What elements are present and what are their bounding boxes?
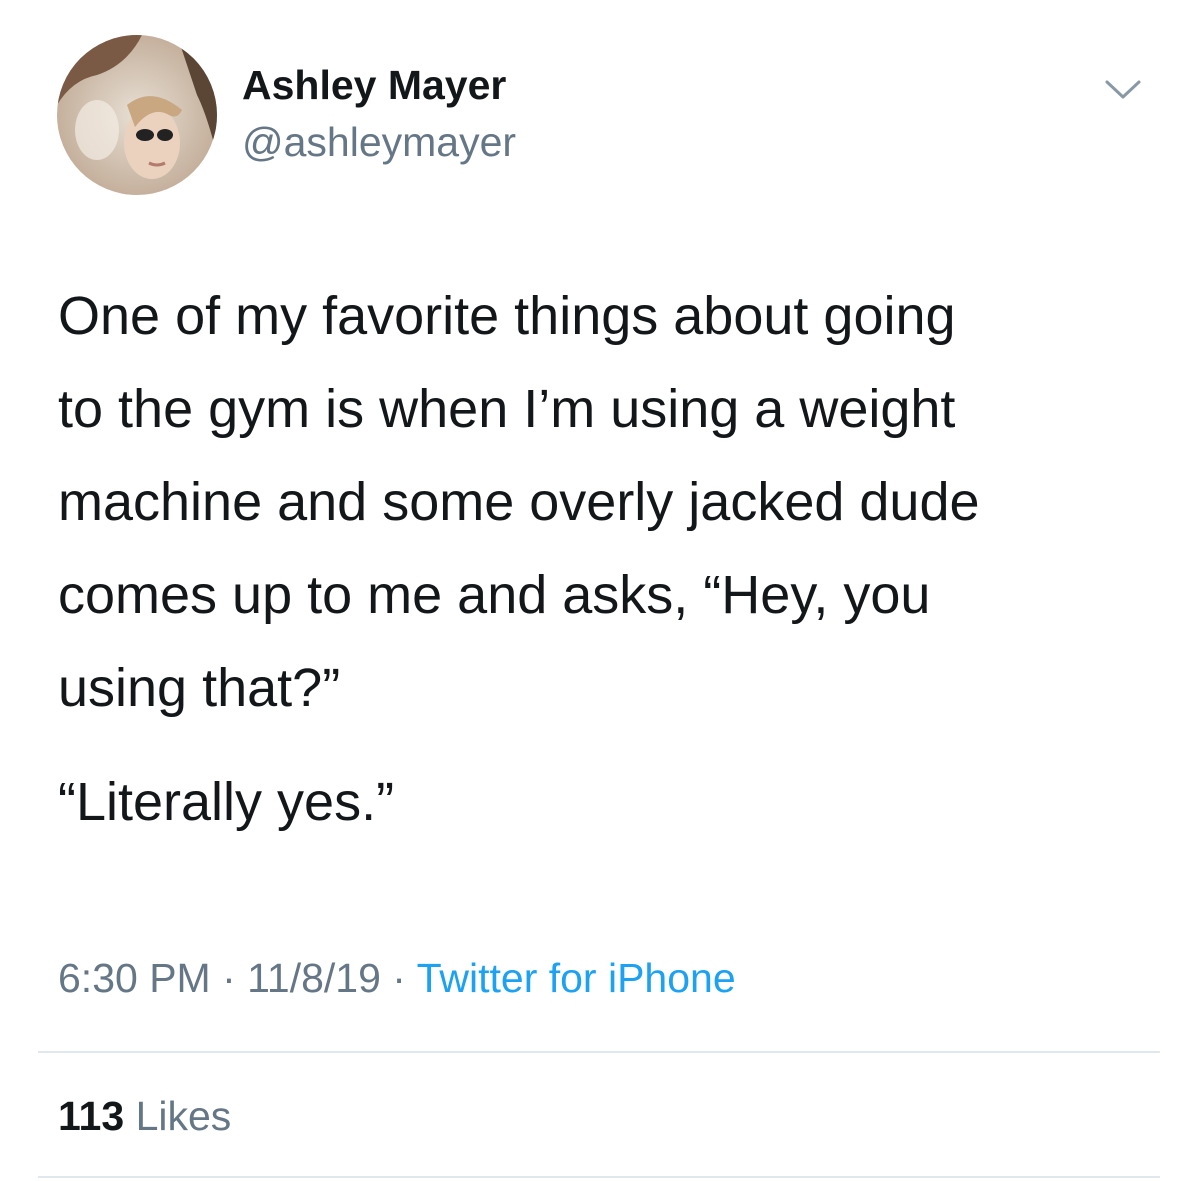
avatar[interactable] bbox=[57, 35, 217, 195]
display-name[interactable]: Ashley Mayer bbox=[242, 62, 506, 109]
divider bbox=[38, 1176, 1160, 1178]
user-handle[interactable]: @ashleymayer bbox=[242, 119, 516, 166]
meta-separator: · bbox=[210, 955, 248, 1001]
tweet-date: 11/8/19 bbox=[247, 955, 381, 1001]
divider bbox=[38, 1051, 1160, 1053]
tweet: Ashley Mayer @ashleymayer One of my favo… bbox=[0, 0, 1200, 1181]
tweet-source-link[interactable]: Twitter for iPhone bbox=[417, 955, 736, 1001]
likes-stat[interactable]: 113 Likes bbox=[58, 1093, 231, 1140]
tweet-time: 6:30 PM bbox=[58, 955, 211, 1001]
likes-count: 113 bbox=[58, 1093, 125, 1139]
tweet-text: One of my favorite things about going to… bbox=[58, 286, 980, 718]
tweet-meta: 6:30 PM · 11/8/19 · Twitter for iPhone bbox=[58, 955, 736, 1002]
meta-separator: · bbox=[380, 955, 417, 1001]
tweet-text-reply: “Literally yes.” bbox=[58, 772, 395, 832]
chevron-down-icon[interactable] bbox=[1100, 72, 1146, 108]
avatar-photo bbox=[57, 35, 217, 195]
likes-label: Likes bbox=[135, 1093, 232, 1139]
